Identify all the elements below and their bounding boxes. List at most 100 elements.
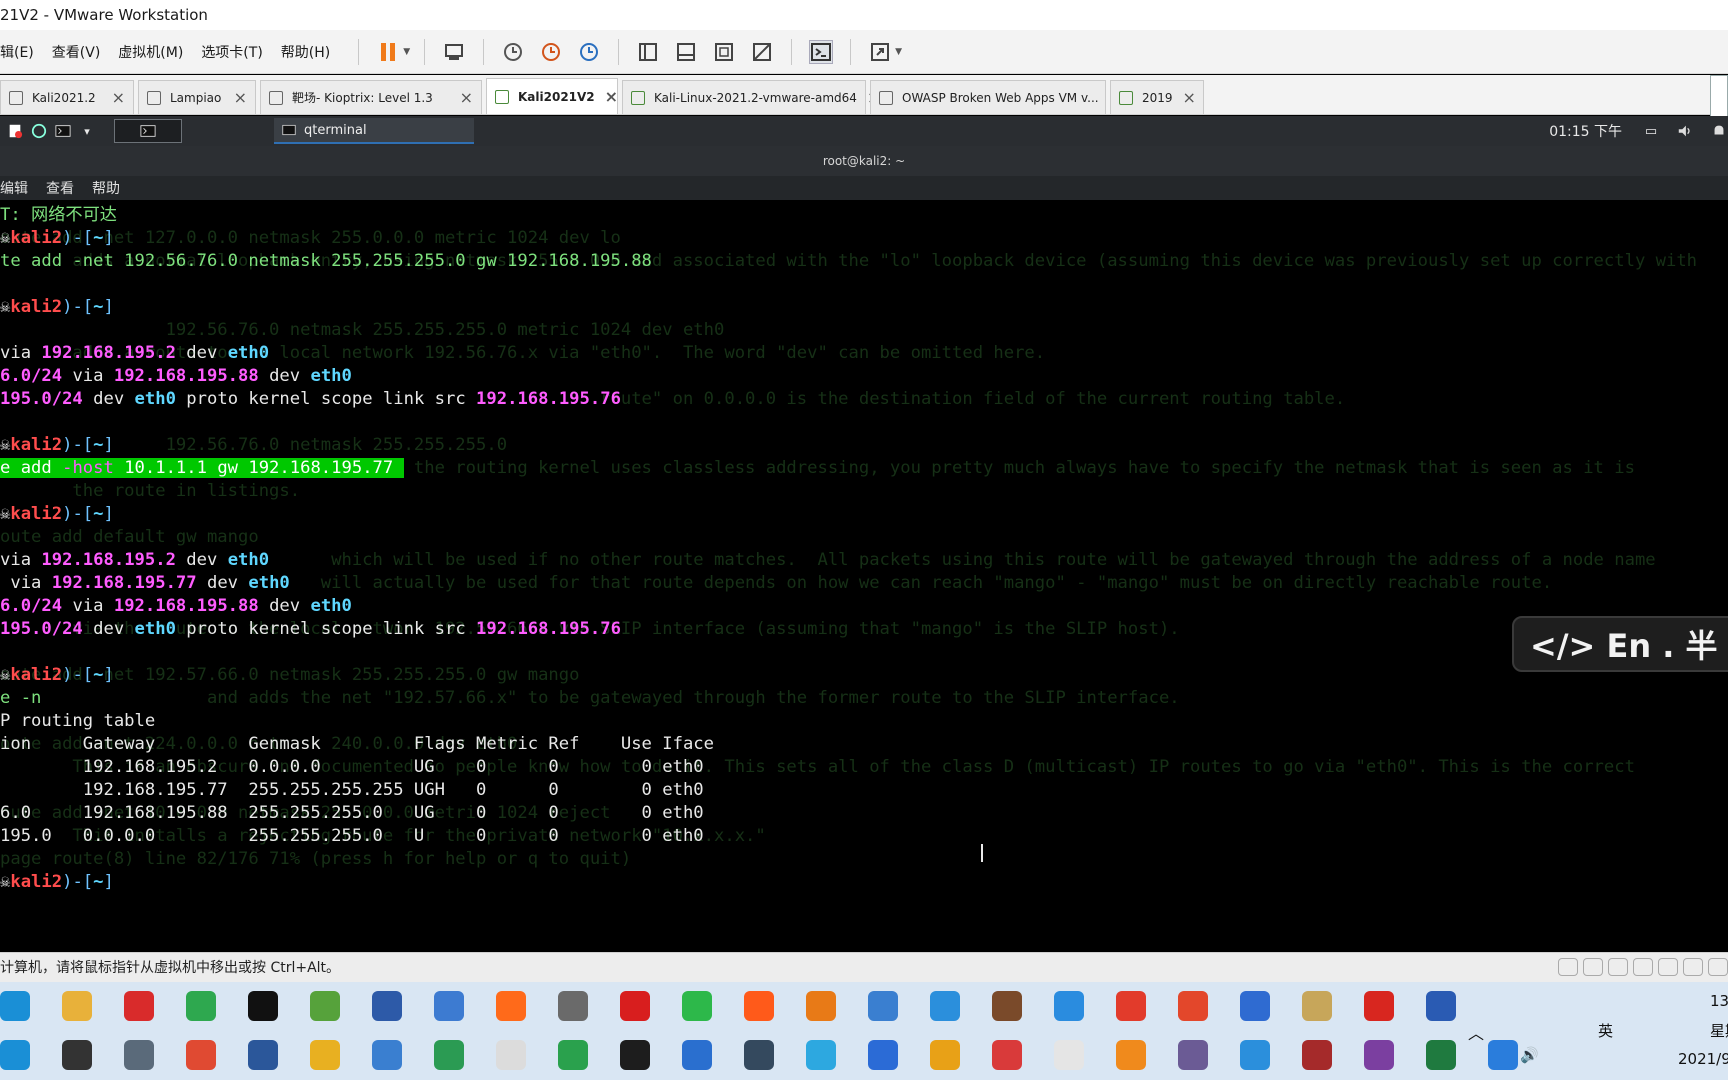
tab-close-icon[interactable]: × [1173, 88, 1196, 107]
tab-close-icon[interactable]: × [450, 88, 473, 107]
tray-day[interactable]: 星期五 [1710, 1020, 1728, 1041]
stretch-icon[interactable] [868, 40, 892, 64]
tab-owasp[interactable]: OWASP Broken Web Apps VM v... × [870, 80, 1122, 114]
chevron-up-icon[interactable]: ︿ [1468, 1020, 1484, 1044]
manage-snapshots-icon[interactable] [577, 40, 601, 64]
taskbar-app-icon[interactable] [558, 991, 588, 1021]
taskbar-app-icon[interactable] [868, 1040, 898, 1070]
tab-lampiao[interactable]: Lampiao × [138, 80, 256, 114]
taskbar-app-icon[interactable] [310, 1040, 340, 1070]
revert-snapshot-icon[interactable] [539, 40, 563, 64]
taskbar-app-icon[interactable] [248, 1040, 278, 1070]
ime-indicator[interactable]: </> En . 半 [1512, 616, 1728, 672]
taskbar-app-icon[interactable] [930, 1040, 960, 1070]
taskbar-app-icon[interactable] [186, 991, 216, 1021]
taskbar-app-icon[interactable] [620, 1040, 650, 1070]
pause-icon[interactable] [376, 40, 400, 64]
taskbar-app-icon[interactable] [496, 1040, 526, 1070]
terminal-menu-help[interactable]: 帮助 [92, 178, 120, 198]
taskbar-app-icon[interactable] [992, 1040, 1022, 1070]
taskbar-app-icon[interactable] [372, 1040, 402, 1070]
taskbar-app-icon[interactable] [0, 1040, 30, 1070]
taskbar-app-icon[interactable] [1178, 991, 1208, 1021]
printer-icon[interactable] [1683, 958, 1703, 976]
fullscreen-icon[interactable] [712, 40, 736, 64]
tab-kali2021-2[interactable]: Kali2021.2 × [0, 80, 134, 114]
taskbar-app-icon[interactable] [1364, 991, 1394, 1021]
volume-icon[interactable] [1676, 122, 1694, 140]
taskbar-item-qterminal[interactable]: qterminal [274, 118, 474, 144]
taskbar-app-icon[interactable] [1116, 991, 1146, 1021]
stretch-dropdown-icon[interactable]: ▼ [895, 47, 902, 57]
cdrom-icon[interactable] [1583, 958, 1603, 976]
tab-kali2021v2[interactable]: Kali2021V2 × [486, 78, 618, 114]
terminal-menu-view[interactable]: 查看 [46, 178, 74, 198]
taskbar-app-icon[interactable] [992, 991, 1022, 1021]
menu-help[interactable]: 帮助(H) [281, 42, 330, 62]
taskbar-app-icon[interactable] [186, 1040, 216, 1070]
notification-icon[interactable] [1710, 122, 1728, 140]
menu-tabs[interactable]: 选项卡(T) [201, 42, 262, 62]
thumbnail-icon[interactable] [674, 40, 698, 64]
taskbar-app-icon[interactable] [682, 991, 712, 1021]
taskbar-app-icon[interactable] [310, 991, 340, 1021]
sidebar-icon[interactable] [636, 40, 660, 64]
terminal-icon[interactable] [54, 122, 72, 140]
taskbar-app-icon[interactable] [0, 991, 30, 1021]
taskbar-app-icon[interactable] [1178, 1040, 1208, 1070]
taskbar-app-icon[interactable] [62, 1040, 92, 1070]
taskbar-app-icon[interactable] [496, 991, 526, 1021]
display-icon[interactable] [1708, 958, 1728, 976]
tab-close-icon[interactable]: × [102, 88, 125, 107]
taskbar-app-icon[interactable] [372, 991, 402, 1021]
taskbar-app-icon[interactable] [1426, 1040, 1456, 1070]
tab-close-icon[interactable]: × [224, 88, 247, 107]
taskbar-app-icon[interactable] [434, 991, 464, 1021]
usb-icon[interactable] [1633, 958, 1653, 976]
volume-icon[interactable]: 🔊 [1520, 1046, 1539, 1064]
taskbar-app-icon[interactable] [682, 1040, 712, 1070]
taskbar-app-icon[interactable] [1240, 991, 1270, 1021]
taskbar-app-icon[interactable] [1054, 991, 1084, 1021]
guest-clock[interactable]: 01:15 下午 [1549, 121, 1622, 141]
taskbar-app-icon[interactable] [806, 991, 836, 1021]
taskbar-app-icon[interactable] [868, 991, 898, 1021]
workspace-switcher[interactable] [114, 119, 182, 143]
browser-icon[interactable] [30, 122, 48, 140]
taskbar-app-icon[interactable] [930, 991, 960, 1021]
taskbar-app-icon[interactable] [124, 1040, 154, 1070]
taskbar-app-icon[interactable] [1364, 1040, 1394, 1070]
taskbar-app-icon[interactable] [124, 991, 154, 1021]
menu-edit[interactable]: 辑(E) [0, 42, 34, 62]
menu-vm[interactable]: 虚拟机(M) [118, 42, 183, 62]
chevron-down-icon[interactable]: ▾ [78, 122, 96, 140]
taskbar-app-icon[interactable] [806, 1040, 836, 1070]
terminal-output[interactable]: oute add -net 127.0.0.0 netmask 255.0.0.… [0, 204, 1728, 952]
taskbar-app-icon[interactable] [1302, 1040, 1332, 1070]
tray-clock-time[interactable]: 13:15 [1710, 992, 1728, 1010]
terminal-menu-edit[interactable]: 编辑 [0, 178, 28, 198]
console-icon[interactable] [809, 39, 834, 64]
network-icon[interactable] [1608, 958, 1628, 976]
tab-kioptrix[interactable]: 靶场- Kioptrix: Level 1.3 × [260, 80, 482, 114]
library-search-box[interactable] [1710, 75, 1728, 121]
taskbar-app-icon[interactable] [1240, 1040, 1270, 1070]
tab-2019[interactable]: 2019 × [1110, 80, 1204, 114]
taskbar-app-icon[interactable] [62, 991, 92, 1021]
tab-kali-linux-vmware[interactable]: Kali-Linux-2021.2-vmware-amd64 × [622, 80, 880, 114]
send-keys-icon[interactable] [442, 40, 466, 64]
pause-dropdown-icon[interactable]: ▼ [403, 47, 410, 57]
file-icon[interactable] [6, 122, 24, 140]
taskbar-app-icon[interactable] [1426, 991, 1456, 1021]
tab-close-icon[interactable]: × [595, 87, 618, 106]
taskbar-app-icon[interactable] [1116, 1040, 1146, 1070]
snapshot-icon[interactable] [501, 40, 525, 64]
taskbar-app-icon[interactable] [744, 1040, 774, 1070]
taskbar-app-icon[interactable] [1302, 991, 1332, 1021]
sound-icon[interactable] [1658, 958, 1678, 976]
tray-language[interactable]: 英 [1598, 1020, 1613, 1041]
unity-icon[interactable] [750, 40, 774, 64]
taskbar-app-icon[interactable] [1054, 1040, 1084, 1070]
taskbar-app-icon[interactable] [248, 991, 278, 1021]
taskbar-app-icon[interactable] [434, 1040, 464, 1070]
